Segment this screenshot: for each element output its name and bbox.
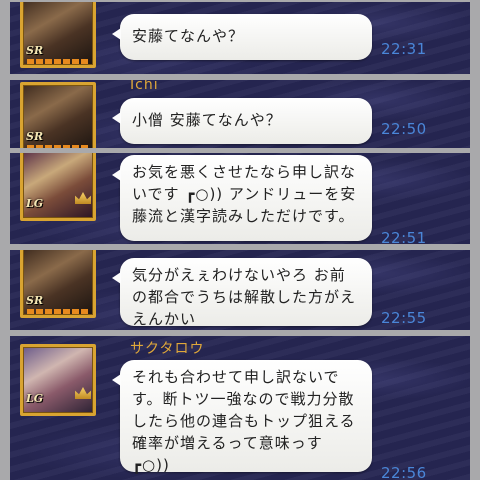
star-rating-icon <box>27 145 89 148</box>
message-bubble: 気分がえぇわけないやろ お前の都合でうちは解散した方がええんかい <box>112 258 372 328</box>
avatar[interactable]: SR <box>20 82 96 148</box>
rarity-badge: LG <box>26 197 44 210</box>
message-time: 22:56 <box>381 464 427 480</box>
star-rating-icon <box>27 59 89 64</box>
avatar[interactable]: SR <box>20 250 96 318</box>
avatar[interactable]: SR <box>20 2 96 68</box>
message-bubble: 安藤てなんや？ <box>112 14 372 60</box>
chat-panel-3: LG お気を悪くさせたなら申し訳ないです ┏○)) アンドリューを安藤流と漢字読… <box>10 153 470 244</box>
message-bubble: お気を悪くさせたなら申し訳ないです ┏○)) アンドリューを安藤流と漢字読みした… <box>112 155 372 241</box>
chat-panel-1: SR 安藤てなんや？ 22:31 <box>10 2 470 74</box>
sender-name: Ichi <box>130 80 159 93</box>
message-bubble: 小僧 安藤てなんや？ <box>112 98 372 144</box>
message-time: 22:50 <box>381 120 427 138</box>
rarity-badge: SR <box>26 294 44 307</box>
chat-panel-2: Ichi SR 小僧 安藤てなんや？ 22:50 <box>10 80 470 148</box>
message-time: 22:55 <box>381 309 427 327</box>
message-text: それも合わせて申し訳ないです。断トツ一強なので戦力分散したら他の連合もトップ狙え… <box>132 368 356 474</box>
star-rating-icon <box>27 309 89 314</box>
crown-icon <box>75 387 91 399</box>
rarity-badge: SR <box>26 44 44 57</box>
chat-panel-4: SR 気分がえぇわけないやろ お前の都合でうちは解散した方がええんかい 22:5… <box>10 250 470 330</box>
message-bubble: それも合わせて申し訳ないです。断トツ一強なので戦力分散したら他の連合もトップ狙え… <box>112 360 372 474</box>
rarity-badge: LG <box>26 392 44 405</box>
message-time: 22:51 <box>381 229 427 244</box>
sender-name: サクタロウ <box>130 341 205 357</box>
message-text: 小僧 安藤てなんや？ <box>132 111 282 129</box>
message-text: 気分がえぇわけないやろ お前の都合でうちは解散した方がええんかい <box>132 266 357 328</box>
message-time: 22:31 <box>381 40 427 58</box>
crown-icon <box>75 192 91 204</box>
rarity-badge: SR <box>26 130 44 143</box>
avatar[interactable]: LG <box>20 153 96 221</box>
message-text: お気を悪くさせたなら申し訳ないです ┏○)) アンドリューを安藤流と漢字読みした… <box>132 163 357 225</box>
message-text: 安藤てなんや？ <box>132 27 245 45</box>
chat-panel-5: サクタロウ LG それも合わせて申し訳ないです。断トツ一強なので戦力分散したら他… <box>10 336 470 480</box>
avatar[interactable]: LG <box>20 344 96 416</box>
